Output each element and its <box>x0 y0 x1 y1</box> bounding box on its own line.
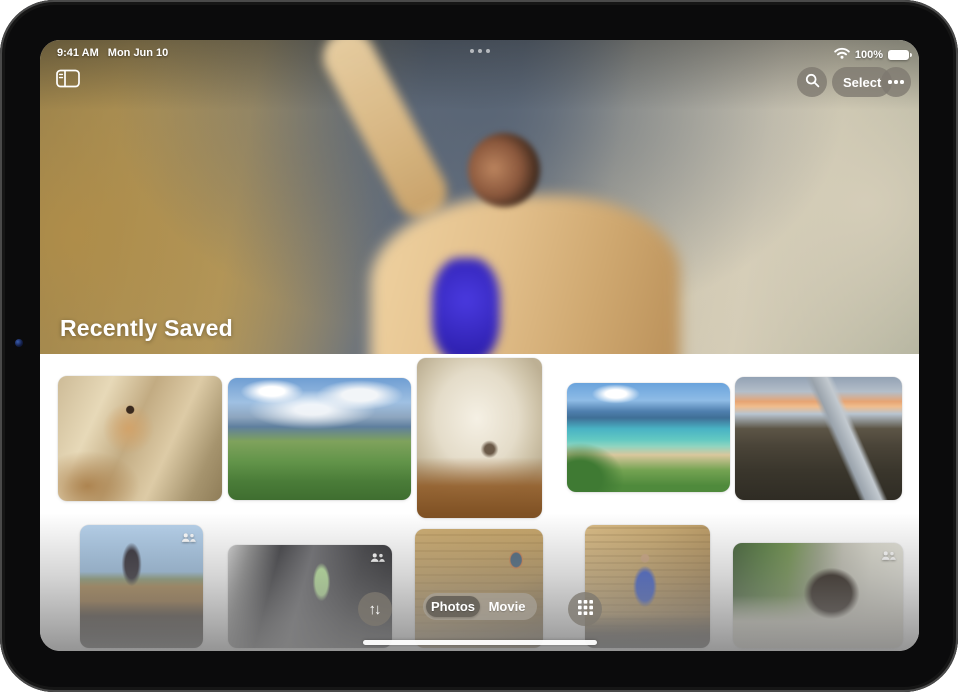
more-options-button[interactable] <box>881 67 911 97</box>
photos-app-screen: Recently Saved 9:41 AM Mon Jun 10 100% S… <box>40 40 919 651</box>
ipad-device-frame: Recently Saved 9:41 AM Mon Jun 10 100% S… <box>0 0 958 692</box>
page-title: Recently Saved <box>60 315 233 341</box>
wifi-icon <box>834 47 850 62</box>
status-bar-right: 100% <box>834 47 912 62</box>
photo-thumbnail-jumping-person[interactable] <box>58 376 222 501</box>
status-bar-left: 9:41 AM Mon Jun 10 <box>57 47 168 59</box>
sidebar-toggle-button[interactable] <box>56 69 82 89</box>
multitasking-dots-icon[interactable] <box>469 49 490 53</box>
photo-thumbnail-blue-jacket-person[interactable] <box>585 525 710 648</box>
battery-icon <box>888 49 912 60</box>
hero-photo-arm-shape <box>313 40 457 228</box>
photo-thumbnail-back-of-head[interactable] <box>733 543 903 648</box>
people-badge-icon <box>181 530 196 548</box>
people-badge-icon <box>881 548 896 566</box>
photo-thumbnail-mountain-valley[interactable] <box>228 378 411 500</box>
search-button[interactable] <box>797 67 827 97</box>
arrows-up-down-icon: ↑↓ <box>368 600 382 618</box>
view-segmented-control: Photos Movie <box>423 593 537 620</box>
front-camera <box>15 339 23 347</box>
photo-thumbnail-person-kicking[interactable] <box>80 525 203 648</box>
photo-thumbnail-dusk-road[interactable] <box>735 377 902 500</box>
hero-photo-head-shape <box>468 133 540 207</box>
grid-view-button[interactable] <box>568 592 602 626</box>
recently-saved-hero[interactable]: Recently Saved <box>40 40 919 354</box>
people-badge-icon <box>370 550 385 568</box>
ellipsis-icon <box>888 80 892 84</box>
photo-thumbnail-white-dog[interactable] <box>417 358 542 518</box>
hero-photo-jacket-shape <box>370 195 680 354</box>
search-icon <box>805 73 820 91</box>
hero-photo-shirt-shape <box>432 258 500 354</box>
home-indicator[interactable] <box>362 640 597 645</box>
date-text: Mon Jun 10 <box>107 47 169 59</box>
clock-text: 9:41 AM <box>57 47 99 59</box>
battery-percent-text: 100% <box>854 48 883 61</box>
tab-movie[interactable]: Movie <box>480 596 534 617</box>
thumbnail-grid-icon <box>577 600 593 618</box>
sidebar-toggle-icon <box>56 69 80 92</box>
photo-thumbnail-brick-building[interactable] <box>415 529 543 648</box>
sort-order-button[interactable]: ↑↓ <box>358 592 392 626</box>
tab-photos[interactable]: Photos <box>426 596 480 617</box>
photo-thumbnail-beach-cove[interactable] <box>567 383 730 492</box>
